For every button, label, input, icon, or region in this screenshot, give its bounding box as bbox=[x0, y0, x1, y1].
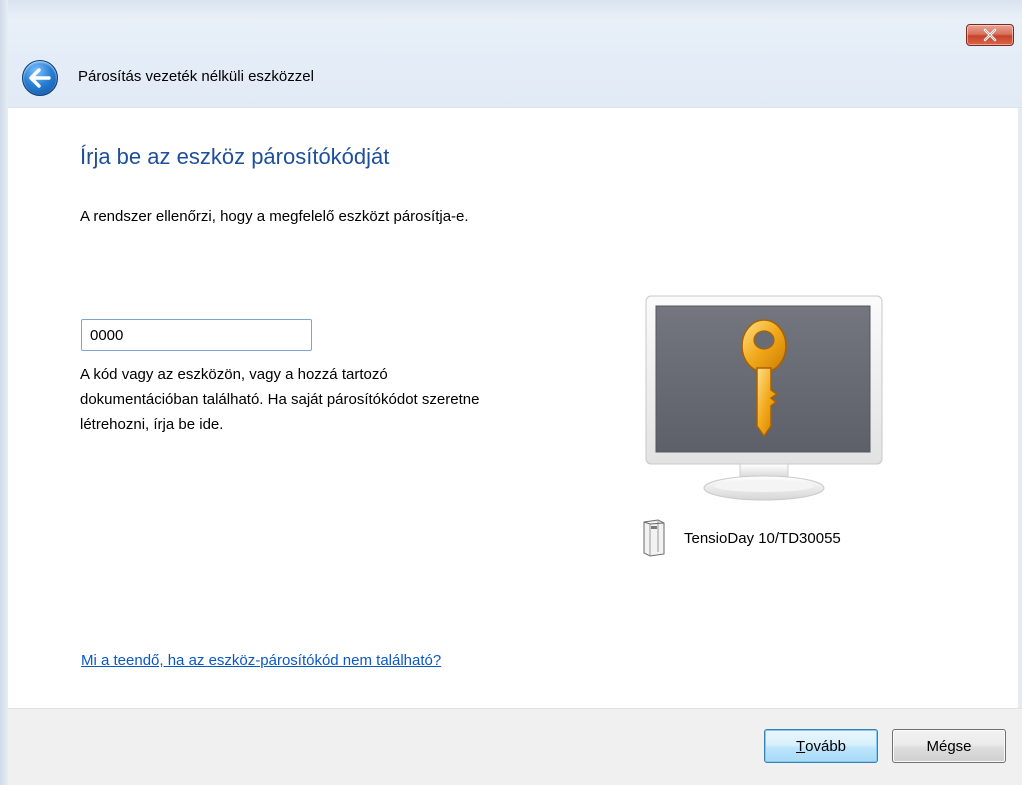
device-row: TensioDay 10/TD30055 bbox=[640, 518, 841, 558]
hint-line-2: dokumentációban található. Ha saját páro… bbox=[80, 391, 480, 408]
close-button[interactable] bbox=[966, 24, 1014, 46]
hint-line-3: létrehozni, írja be ide. bbox=[80, 416, 224, 433]
hint-line-1: A kód vagy az eszközön, vagy a hozzá tar… bbox=[80, 366, 388, 383]
back-button[interactable] bbox=[22, 60, 58, 96]
next-button-label: ovább bbox=[805, 737, 847, 755]
monitor-key-illustration bbox=[645, 295, 883, 501]
cancel-button[interactable]: Mégse bbox=[892, 729, 1006, 763]
passcode-not-found-help-link[interactable]: Mi a teendő, ha az eszköz-párosítókód ne… bbox=[81, 652, 441, 669]
device-icon bbox=[643, 519, 665, 557]
back-arrow-icon bbox=[29, 68, 51, 88]
title-bar: Párosítás vezeték nélküli eszközzel bbox=[0, 0, 1022, 108]
window-frame-right bbox=[1018, 108, 1022, 708]
pairing-dialog-window: Párosítás vezeték nélküli eszközzel Írja… bbox=[0, 0, 1022, 785]
device-name: TensioDay 10/TD30055 bbox=[684, 529, 841, 547]
title-bar-top bbox=[0, 0, 1022, 18]
window-title: Párosítás vezeték nélküli eszközzel bbox=[78, 68, 314, 85]
page-heading: Írja be az eszköz párosítókódját bbox=[80, 144, 390, 169]
passcode-input[interactable] bbox=[81, 319, 312, 351]
window-frame-left bbox=[0, 0, 8, 785]
passcode-hint: A kód vagy az eszközön, vagy a hozzá tar… bbox=[80, 362, 640, 437]
close-icon bbox=[983, 28, 997, 42]
content-area: Írja be az eszköz párosítókódját A rends… bbox=[0, 108, 1022, 708]
dialog-footer: Tovább Mégse bbox=[0, 708, 1022, 785]
next-button-accelerator: T bbox=[795, 737, 806, 755]
page-description: A rendszer ellenőrzi, hogy a megfelelő e… bbox=[80, 208, 469, 225]
next-button[interactable]: Tovább bbox=[764, 729, 878, 763]
